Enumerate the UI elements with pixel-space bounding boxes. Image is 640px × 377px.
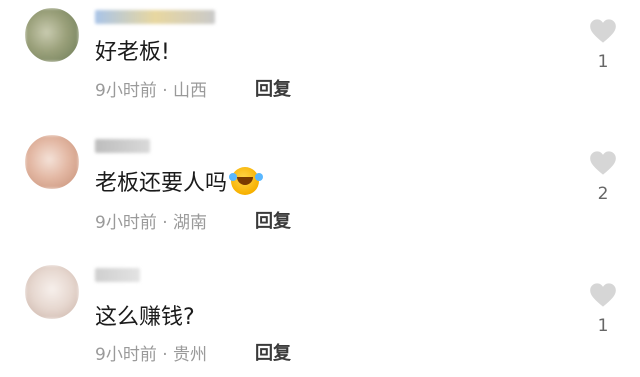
username-blurred[interactable] — [95, 10, 215, 24]
reply-button[interactable]: 回复 — [255, 75, 291, 101]
comment-text: 这么赚钱? — [95, 299, 195, 331]
like-count: 2 — [597, 184, 609, 204]
heart-icon — [586, 18, 620, 44]
avatar[interactable] — [25, 135, 79, 189]
comment-text-content: 老板还要人吗 — [95, 171, 228, 196]
like-button[interactable]: 1 — [586, 18, 620, 72]
username-blurred[interactable] — [95, 139, 150, 153]
like-count: 1 — [597, 316, 609, 336]
timestamp: 9小时前 — [95, 345, 157, 365]
username-blurred[interactable] — [95, 268, 140, 282]
comment-item: 老板还要人吗 9小时前 · 湖南 回复 2 — [0, 127, 640, 249]
location: 贵州 — [173, 345, 208, 365]
reply-button[interactable]: 回复 — [255, 207, 291, 233]
timestamp: 9小时前 — [95, 81, 157, 101]
comment-text-content: 好老板! — [95, 40, 170, 65]
avatar[interactable] — [25, 8, 79, 62]
comment-text: 好老板! — [95, 34, 170, 66]
like-button[interactable]: 1 — [586, 282, 620, 336]
comment-meta: 9小时前 · 山西 — [95, 76, 207, 101]
rofl-emoji-icon — [229, 167, 260, 195]
like-button[interactable]: 2 — [586, 150, 620, 204]
reply-button[interactable]: 回复 — [255, 339, 291, 365]
meta-separator: · — [162, 81, 168, 101]
comment-text-content: 这么赚钱? — [95, 305, 195, 330]
comment-meta: 9小时前 · 贵州 — [95, 340, 207, 365]
meta-separator: · — [162, 213, 168, 233]
meta-separator: · — [162, 345, 168, 365]
like-count: 1 — [597, 52, 609, 72]
comment-item: 好老板! 9小时前 · 山西 回复 1 — [0, 0, 640, 122]
avatar[interactable] — [25, 265, 79, 319]
comment-meta: 9小时前 · 湖南 — [95, 208, 207, 233]
comment-text: 老板还要人吗 — [95, 165, 260, 197]
comment-item: 这么赚钱? 9小时前 · 贵州 回复 1 — [0, 255, 640, 377]
heart-icon — [586, 282, 620, 308]
location: 湖南 — [173, 213, 208, 233]
timestamp: 9小时前 — [95, 213, 157, 233]
heart-icon — [586, 150, 620, 176]
location: 山西 — [173, 81, 208, 101]
